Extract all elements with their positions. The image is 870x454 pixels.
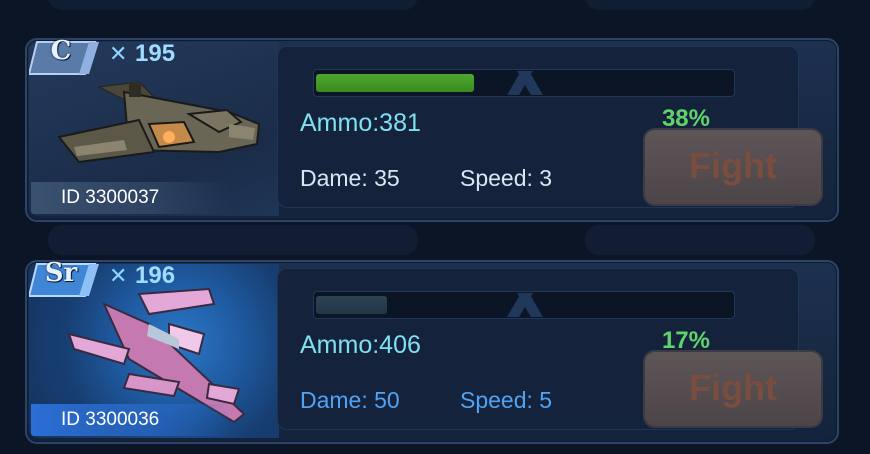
id-bar: ID 3300037 bbox=[31, 182, 231, 214]
ammo-stat: Ammo:381 bbox=[300, 109, 421, 137]
swords-icon: ✕ bbox=[109, 42, 128, 67]
rank-letter: Sr bbox=[44, 258, 78, 288]
id-bar: ID 3300036 bbox=[31, 404, 231, 436]
progress-fill bbox=[316, 74, 474, 92]
swords-icon: ✕ bbox=[109, 264, 128, 289]
power-value: 195 bbox=[135, 40, 176, 67]
power-value: 196 bbox=[135, 262, 176, 289]
rank-badge: C bbox=[27, 36, 101, 76]
damage-stat: Dame: 35 bbox=[300, 165, 400, 191]
fight-button[interactable]: Fight bbox=[643, 128, 823, 206]
ship-id: ID 3300037 bbox=[61, 187, 160, 208]
ship-card[interactable]: ID 3300036 Sr ✕ 196 17% Ammo:406 Dame: 5… bbox=[25, 258, 839, 444]
damage-stat: Dame: 50 bbox=[300, 387, 400, 413]
speed-stat: Speed: 5 bbox=[460, 387, 553, 413]
bg-card-mid bbox=[48, 225, 418, 255]
rank-letter: C bbox=[50, 36, 72, 66]
bg-card-top-right bbox=[585, 0, 815, 10]
speed-stat: Speed: 3 bbox=[460, 165, 553, 191]
ship-card[interactable]: ID 3300037 C ✕ 195 38% Ammo:381 Dame: 35… bbox=[25, 36, 839, 222]
progress-bar bbox=[313, 69, 735, 97]
bg-card-mid-right bbox=[585, 225, 815, 255]
ship-id: ID 3300036 bbox=[61, 409, 160, 430]
fight-button[interactable]: Fight bbox=[643, 350, 823, 428]
rank-badge: Sr bbox=[27, 258, 101, 298]
progress-fill bbox=[316, 296, 387, 314]
bg-card-top bbox=[48, 0, 418, 10]
ammo-stat: Ammo:406 bbox=[300, 331, 421, 359]
progress-bar bbox=[313, 291, 735, 319]
